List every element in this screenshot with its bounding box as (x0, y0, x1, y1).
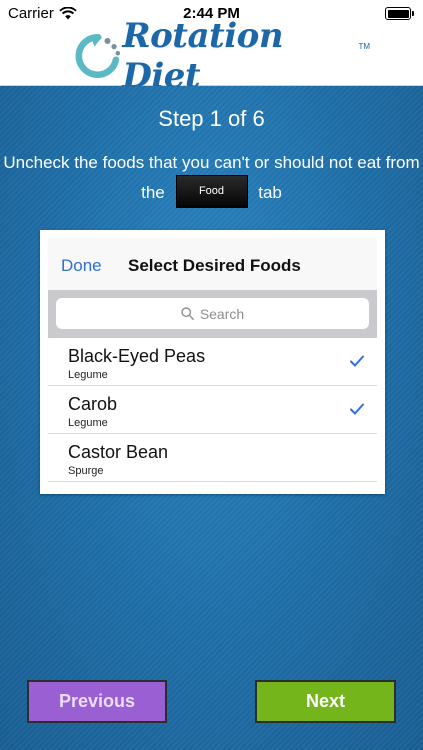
food-category: Legume (68, 417, 108, 429)
preview-title: Select Desired Foods (128, 256, 301, 275)
food-name: Black-Eyed Peas (68, 346, 206, 366)
next-button[interactable]: Next (255, 680, 396, 723)
preview-navbar: Done Select Desired Foods (48, 238, 377, 290)
logo-trademark: TM (358, 42, 370, 51)
food-category: Spurge (68, 465, 104, 477)
step-indicator: Step 1 of 6 (158, 106, 265, 131)
search-icon (181, 307, 194, 320)
app-header: Carrier 2:44 PM Rotation Diet TM (0, 0, 423, 96)
preview-search-placeholder: Search (199, 305, 245, 322)
preview-food-row: Castor Bean Spurge (48, 434, 377, 482)
previous-button[interactable]: Previous (27, 680, 167, 723)
checkmark-icon (350, 403, 364, 415)
checkmark-icon (350, 355, 364, 367)
preview-food-row: Black-Eyed Peas Legume (48, 338, 377, 386)
food-name: Castor Bean (68, 442, 169, 462)
rotation-arrow-icon (75, 33, 121, 78)
food-tab-chip: Food (175, 175, 248, 209)
battery-icon (385, 7, 414, 20)
preview-search-bar: Search (48, 290, 377, 338)
instruction-after: tab (258, 183, 282, 202)
logo-wordmark: Rotation Diet (122, 16, 284, 96)
preview-screenshot: Done Select Desired Foods Search Black-E… (40, 230, 385, 494)
preview-done-button: Done (61, 256, 102, 275)
preview-food-row: Carob Legume (48, 386, 377, 434)
food-category: Legume (68, 369, 108, 381)
instruction-text: Uncheck the foods that you can't or shou… (0, 148, 423, 209)
tutorial-panel: Step 1 of 6 Uncheck the foods that you c… (0, 86, 423, 750)
preview-screen: Done Select Desired Foods Search Black-E… (48, 238, 377, 486)
app-logo: Rotation Diet TM (70, 16, 370, 96)
food-name: Carob (68, 394, 118, 414)
preview-search-field: Search (56, 298, 369, 329)
